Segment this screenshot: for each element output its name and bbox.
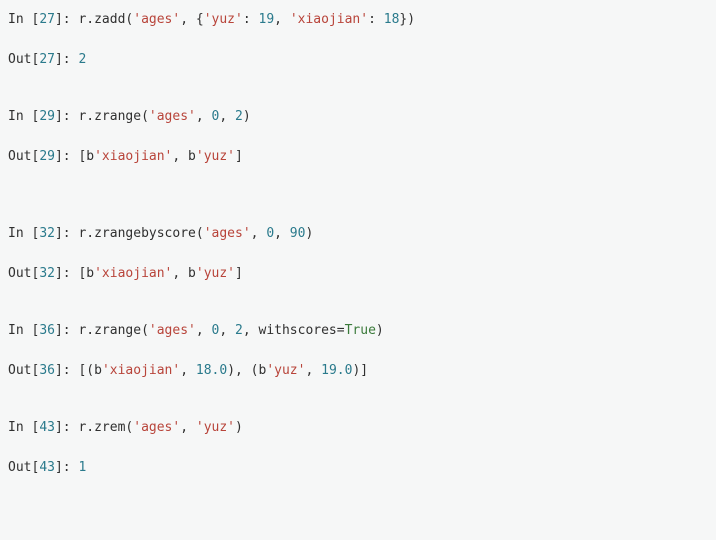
output-number: 36	[39, 363, 55, 378]
input-line: In [43]: r.zrem('ages', 'yuz')	[8, 418, 708, 438]
output-line: Out[43]: 1	[8, 458, 708, 478]
input-line: In [32]: r.zrangebyscore('ages', 0, 90)	[8, 224, 708, 244]
output-line: Out[32]: [b'xiaojian', b'yuz']	[8, 264, 708, 284]
input-number: 32	[39, 226, 55, 241]
input-number: 43	[39, 420, 55, 435]
output-line: Out[29]: [b'xiaojian', b'yuz']	[8, 147, 708, 167]
input-line: In [27]: r.zadd('ages', {'yuz': 19, 'xia…	[8, 10, 708, 30]
output-number: 27	[39, 52, 55, 67]
input-number: 36	[39, 323, 55, 338]
input-number: 27	[39, 12, 55, 27]
output-line: Out[36]: [(b'xiaojian', 18.0), (b'yuz', …	[8, 361, 708, 381]
input-number: 29	[39, 109, 55, 124]
output-value: 1	[78, 460, 86, 475]
output-number: 43	[39, 460, 55, 475]
output-value: 2	[78, 52, 86, 67]
input-line: In [29]: r.zrange('ages', 0, 2)	[8, 107, 708, 127]
output-number: 32	[39, 266, 55, 281]
output-line: Out[27]: 2	[8, 50, 708, 70]
input-line: In [36]: r.zrange('ages', 0, 2, withscor…	[8, 321, 708, 341]
output-number: 29	[39, 149, 55, 164]
